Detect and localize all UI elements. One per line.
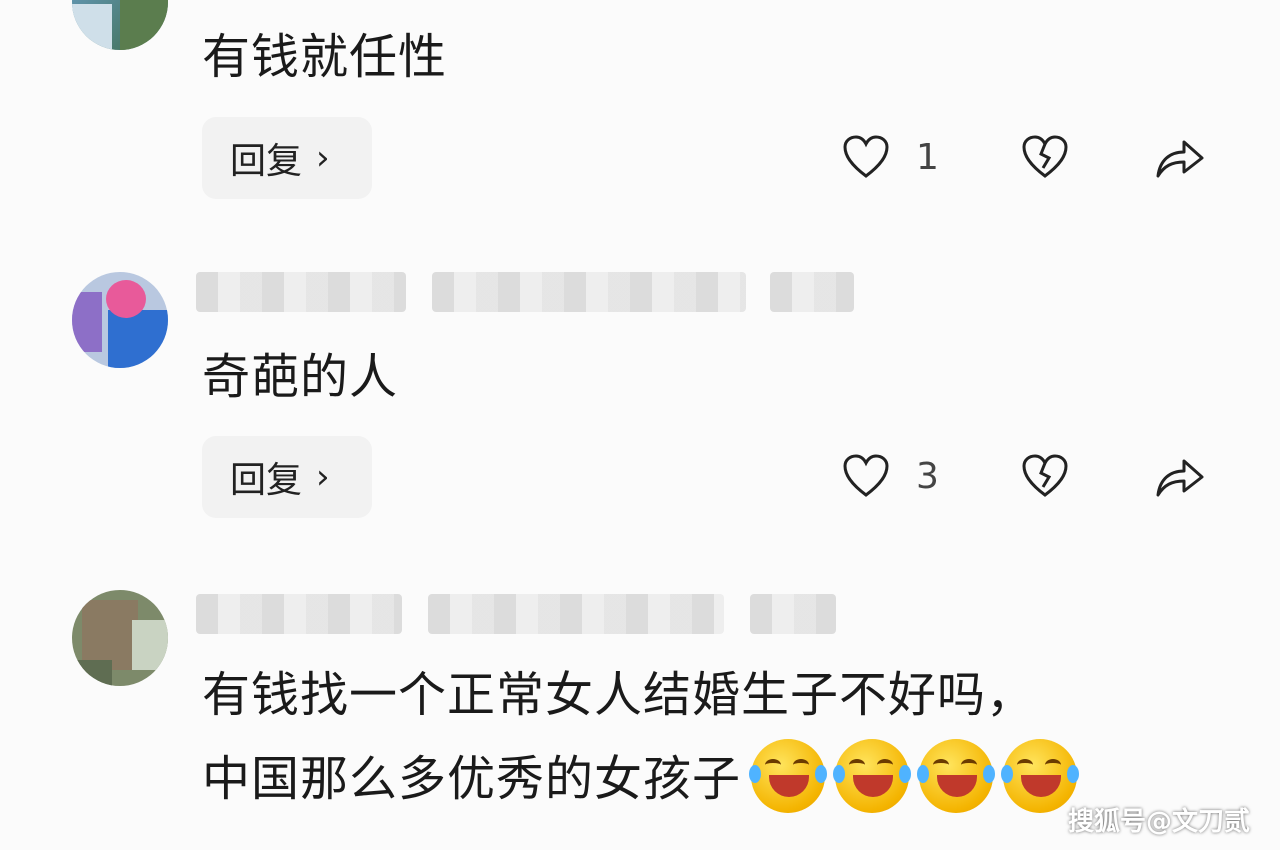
laugh-cry-emoji	[833, 739, 912, 813]
like-count: 3	[916, 455, 939, 497]
comment-text: 奇葩的人	[202, 349, 399, 405]
avatar[interactable]	[72, 272, 168, 368]
username-blurred[interactable]	[196, 594, 402, 634]
comment-text-line-2: 中国那么多优秀的女孩子	[202, 739, 1080, 819]
laugh-cry-emoji	[1001, 739, 1080, 813]
username-blurred[interactable]	[196, 272, 406, 312]
comment-text: 有钱就任性	[202, 29, 448, 85]
like-button[interactable]: 1	[842, 134, 939, 180]
like-count: 1	[916, 136, 939, 178]
reply-label: 回复	[230, 460, 303, 501]
chevron-right-icon: ›	[316, 457, 330, 497]
chevron-right-icon: ›	[316, 138, 330, 178]
reply-button[interactable]: 回复 ›	[202, 117, 372, 199]
share-button[interactable]	[1154, 134, 1206, 180]
meta-blurred	[428, 594, 724, 634]
share-arrow-icon	[1156, 459, 1204, 497]
comment-text-line-2-text: 中国那么多优秀的女孩子	[202, 751, 742, 807]
watermark: 搜狐号@文刀贰	[1067, 807, 1250, 837]
avatar[interactable]	[72, 590, 168, 686]
dislike-button[interactable]	[1020, 453, 1070, 499]
reply-label: 回复	[230, 141, 303, 182]
laugh-cry-emoji	[749, 739, 828, 813]
comment-text-line-1: 有钱找一个正常女人结婚生子不好吗，	[202, 667, 1036, 723]
share-button[interactable]	[1154, 453, 1206, 499]
dislike-button[interactable]	[1020, 134, 1070, 180]
avatar[interactable]	[72, 0, 168, 50]
share-arrow-icon	[1156, 140, 1204, 178]
meta-blurred	[432, 272, 746, 312]
location-blurred	[770, 272, 854, 312]
reply-button[interactable]: 回复 ›	[202, 436, 372, 518]
heart-icon	[843, 135, 889, 178]
like-button[interactable]: 3	[842, 453, 939, 499]
broken-heart-icon	[1022, 135, 1068, 178]
laugh-cry-emoji	[917, 739, 996, 813]
broken-heart-icon	[1022, 454, 1068, 497]
location-blurred	[750, 594, 836, 634]
heart-icon	[843, 454, 889, 497]
